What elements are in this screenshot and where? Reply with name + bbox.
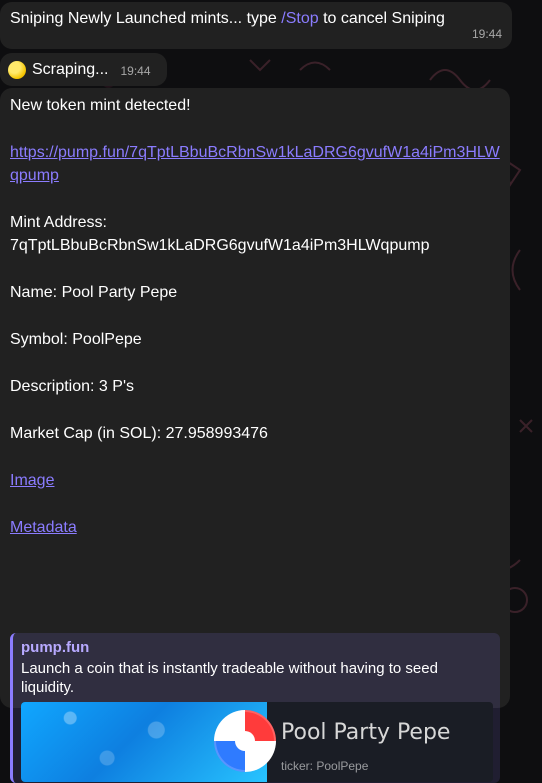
stop-command-link[interactable]: /Stop bbox=[281, 10, 318, 27]
mint-address-label: Mint Address: bbox=[10, 214, 107, 231]
preview-card[interactable]: Pool Party Pepe ticker: PoolPepe bbox=[21, 702, 493, 782]
yellow-circle-emoji-icon bbox=[8, 60, 26, 79]
scraping-text: Scraping... bbox=[32, 60, 109, 78]
message-bubble-new-mint: New token mint detected! https://pump.fu… bbox=[0, 88, 510, 783]
token-description: Description: 3 P's bbox=[10, 378, 134, 395]
message-bubble-scraping: Scraping... 19:44 bbox=[0, 53, 167, 86]
preview-card-ticker: ticker: PoolPepe bbox=[281, 759, 369, 773]
pump-link[interactable]: https://pump.fun/7qTptLBbuBcRbnSw1kLaDRG… bbox=[10, 141, 500, 187]
message-time: 19:44 bbox=[120, 63, 151, 78]
token-symbol: Symbol: PoolPepe bbox=[10, 331, 142, 348]
preview-card-title: Pool Party Pepe bbox=[281, 720, 451, 745]
market-cap: Market Cap (in SOL): 27.958993476 bbox=[10, 425, 268, 442]
link-preview[interactable]: pump.fun Launch a coin that is instantly… bbox=[10, 633, 500, 783]
beach-ball-icon bbox=[214, 710, 276, 772]
image-link[interactable]: Image bbox=[10, 469, 500, 492]
message-bubble-sniping-status: Sniping Newly Launched mints... type /St… bbox=[0, 2, 512, 49]
message-text-pre: Sniping Newly Launched mints... type bbox=[10, 10, 282, 27]
mint-address-value: 7qTptLBbuBcRbnSw1kLaDRG6gvufW1a4iPm3HLWq… bbox=[10, 237, 430, 254]
message-text-post: to cancel Sniping bbox=[318, 10, 445, 27]
preview-site-name: pump.fun bbox=[21, 639, 90, 656]
preview-description: Launch a coin that is instantly tradeabl… bbox=[21, 660, 438, 696]
metadata-link[interactable]: Metadata bbox=[10, 516, 500, 539]
new-mint-header: New token mint detected! bbox=[10, 97, 191, 114]
message-time: 19:44 bbox=[471, 27, 502, 41]
token-name: Name: Pool Party Pepe bbox=[10, 284, 178, 301]
